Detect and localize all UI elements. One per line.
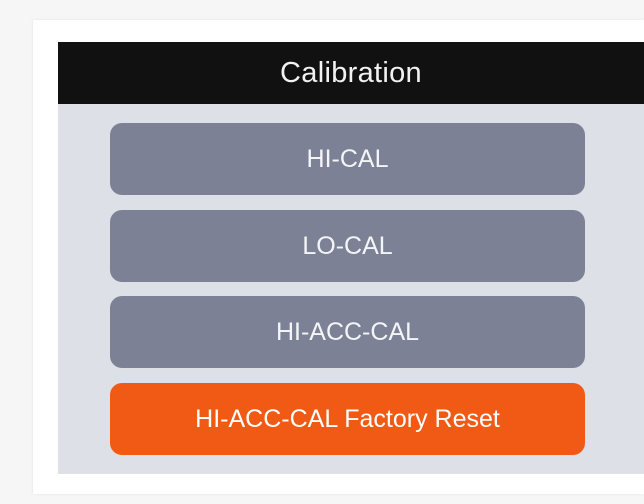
hi-cal-button[interactable]: HI-CAL	[110, 123, 585, 195]
lo-cal-button[interactable]: LO-CAL	[110, 210, 585, 282]
page-title: Calibration	[58, 42, 644, 104]
calibration-screen: Calibration HI-CAL LO-CAL HI-ACC-CAL HI-…	[58, 42, 644, 474]
hi-acc-cal-button[interactable]: HI-ACC-CAL	[110, 296, 585, 368]
hi-acc-cal-factory-reset-button[interactable]: HI-ACC-CAL Factory Reset	[110, 383, 585, 455]
